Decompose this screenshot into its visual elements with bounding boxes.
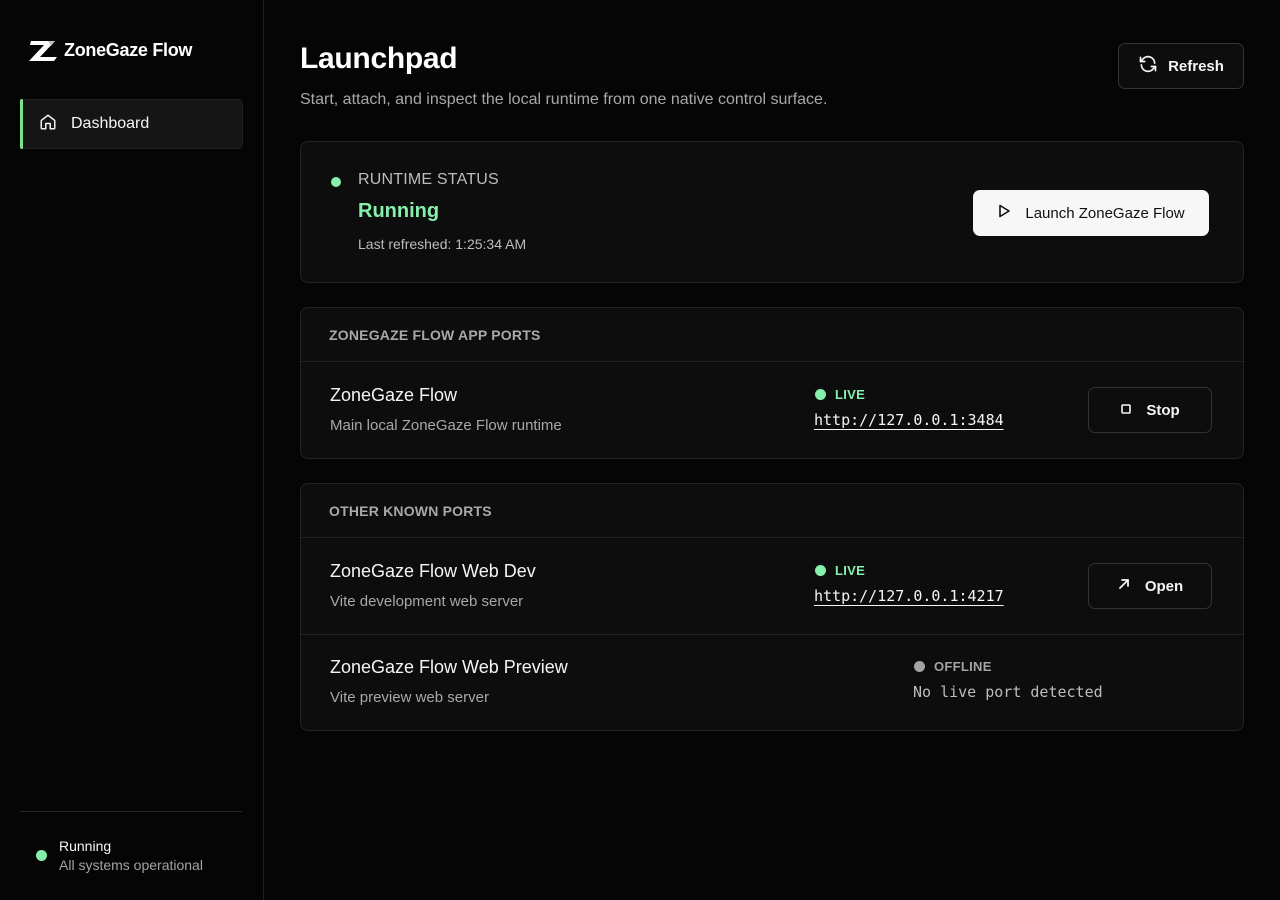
launch-label: Launch ZoneGaze Flow xyxy=(1025,204,1185,222)
port-description: Main local ZoneGaze Flow runtime xyxy=(330,417,562,434)
open-label: Open xyxy=(1144,577,1184,595)
refresh-label: Refresh xyxy=(1168,57,1224,75)
launch-button[interactable]: Launch ZoneGaze Flow xyxy=(973,190,1209,236)
section-heading: OTHER KNOWN PORTS xyxy=(301,484,1243,538)
sidebar: ZoneGaze Flow Dashboard Running All syst… xyxy=(0,0,264,900)
brand-name: ZoneGaze Flow xyxy=(64,39,193,60)
zonegaze-logo-icon xyxy=(29,41,57,61)
refresh-icon xyxy=(1138,54,1158,78)
port-name: ZoneGaze Flow xyxy=(330,385,458,405)
sidebar-footer: Running All systems operational xyxy=(20,811,242,873)
play-icon xyxy=(997,204,1011,222)
port-row: ZoneGaze Flow Main local ZoneGaze Flow r… xyxy=(301,362,1243,458)
system-status-detail: All systems operational xyxy=(59,857,203,873)
port-url-link[interactable]: http://127.0.0.1:3484 xyxy=(814,411,1004,429)
sidebar-item-label: Dashboard xyxy=(71,115,150,132)
port-description: Vite development web server xyxy=(330,593,524,610)
runtime-status-dot xyxy=(331,177,341,187)
refresh-button[interactable]: Refresh xyxy=(1118,43,1244,89)
status-text: OFFLINE xyxy=(934,659,992,674)
home-icon xyxy=(39,113,57,136)
status-dot xyxy=(914,661,925,672)
status-badge: LIVE xyxy=(815,387,865,402)
main-content: Launchpad Start, attach, and inspect the… xyxy=(264,0,1280,900)
status-dot xyxy=(36,850,47,861)
stop-label: Stop xyxy=(1146,401,1180,419)
status-badge: OFFLINE xyxy=(914,659,992,674)
brand-logo: ZoneGaze Flow xyxy=(28,38,192,62)
last-refreshed: Last refreshed: 1:25:34 AM xyxy=(358,236,527,252)
runtime-status-label: RUNTIME STATUS xyxy=(358,171,499,188)
system-status: Running All systems operational xyxy=(36,837,203,875)
stop-button[interactable]: Stop xyxy=(1088,387,1212,433)
port-name: ZoneGaze Flow Web Preview xyxy=(330,657,568,677)
port-row: ZoneGaze Flow Web Dev Vite development w… xyxy=(301,538,1243,634)
page-subtitle: Start, attach, and inspect the local run… xyxy=(300,91,828,108)
port-description: Vite preview web server xyxy=(330,689,489,706)
no-port-message: No live port detected xyxy=(913,683,1103,701)
port-url-link[interactable]: http://127.0.0.1:4217 xyxy=(814,587,1004,605)
status-badge: LIVE xyxy=(815,563,865,578)
port-name: ZoneGaze Flow Web Dev xyxy=(330,561,536,581)
stop-icon xyxy=(1120,402,1132,419)
app-window: ZoneGaze Flow Dashboard Running All syst… xyxy=(0,0,1280,900)
status-dot xyxy=(815,389,826,400)
section-heading: ZONEGAZE FLOW APP PORTS xyxy=(301,308,1243,362)
arrow-up-right-icon xyxy=(1117,577,1131,595)
port-row: ZoneGaze Flow Web Preview Vite preview w… xyxy=(301,634,1243,730)
sidebar-item-dashboard[interactable]: Dashboard xyxy=(20,99,243,149)
runtime-status-card: RUNTIME STATUS Running Last refreshed: 1… xyxy=(300,141,1244,283)
status-text: LIVE xyxy=(835,387,866,402)
open-button[interactable]: Open xyxy=(1088,563,1212,609)
page-title: Launchpad xyxy=(300,42,458,75)
other-ports-card: OTHER KNOWN PORTS ZoneGaze Flow Web Dev … xyxy=(300,483,1244,731)
runtime-status-value: Running xyxy=(358,200,440,222)
app-ports-card: ZONEGAZE FLOW APP PORTS ZoneGaze Flow Ma… xyxy=(300,307,1244,459)
status-text: LIVE xyxy=(835,563,866,578)
system-status-title: Running xyxy=(59,838,112,854)
status-dot xyxy=(815,565,826,576)
